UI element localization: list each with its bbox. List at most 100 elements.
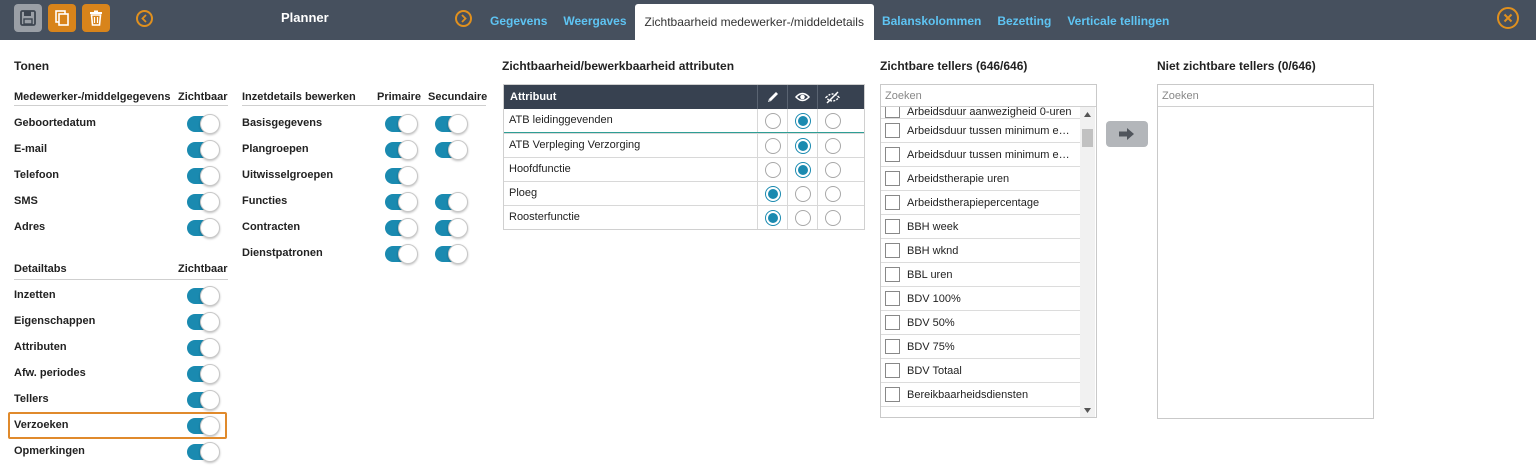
visibility-toggle[interactable]: [187, 166, 220, 186]
tonen-title: Tonen: [14, 59, 50, 73]
radio-visible[interactable]: [794, 112, 811, 129]
detailtab-toggle[interactable]: [187, 442, 220, 462]
tab-verticale-tellingen[interactable]: Verticale tellingen: [1059, 0, 1177, 40]
radio-hidden[interactable]: [824, 137, 841, 154]
tab-weergaves[interactable]: Weergaves: [555, 0, 634, 40]
counter-checkbox[interactable]: [885, 171, 900, 186]
counter-checkbox[interactable]: [885, 195, 900, 210]
radio-editable[interactable]: [764, 137, 781, 154]
counter-checkbox[interactable]: [885, 147, 900, 162]
toggle-knob: [200, 192, 220, 212]
radio-hidden[interactable]: [824, 209, 841, 226]
previous-button[interactable]: [136, 10, 153, 27]
list-item[interactable]: Arbeidstherapie uren: [881, 167, 1081, 191]
counter-checkbox[interactable]: [885, 363, 900, 378]
list-item[interactable]: Bereikbaarheidsdiensten: [881, 383, 1081, 407]
inzet-header: Inzetdetails bewerken: [242, 91, 356, 103]
list-item[interactable]: BDV Totaal: [881, 359, 1081, 383]
radio-hidden[interactable]: [824, 112, 841, 129]
radio-editable[interactable]: [764, 209, 781, 226]
list-item[interactable]: BBL uren: [881, 263, 1081, 287]
radio-hidden[interactable]: [824, 185, 841, 202]
save-button[interactable]: [14, 4, 42, 32]
primary-toggle[interactable]: [385, 244, 418, 264]
list-item[interactable]: Arbeidsduur tussen minimum en maximum: [881, 143, 1081, 167]
secondary-toggle[interactable]: [435, 244, 468, 264]
toggle-knob: [200, 140, 220, 160]
copy-button[interactable]: [48, 4, 76, 32]
detailtab-toggle[interactable]: [187, 286, 220, 306]
counter-checkbox[interactable]: [885, 219, 900, 234]
radio-visible[interactable]: [794, 185, 811, 202]
counter-checkbox[interactable]: [885, 291, 900, 306]
attribute-option-cell: [817, 134, 847, 157]
visibility-toggle[interactable]: [187, 114, 220, 134]
secondary-toggle[interactable]: [435, 218, 468, 238]
list-item[interactable]: Arbeidstherapiepercentage: [881, 191, 1081, 215]
primary-toggle[interactable]: [385, 166, 418, 186]
counter-label: BBH wknd: [907, 244, 959, 257]
tab-bezetting[interactable]: Bezetting: [989, 0, 1059, 40]
detailtab-toggle[interactable]: [187, 312, 220, 332]
toggle-knob: [200, 114, 220, 134]
counter-checkbox[interactable]: [885, 123, 900, 138]
detailtabs-header: Detailtabs: [14, 263, 67, 275]
delete-button[interactable]: [82, 4, 110, 32]
detailtab-label: Tellers: [14, 393, 49, 405]
secondary-toggle[interactable]: [435, 114, 468, 134]
primary-toggle[interactable]: [385, 114, 418, 134]
secondary-toggle[interactable]: [435, 192, 468, 212]
tab-balanskolommen[interactable]: Balanskolommen: [874, 0, 989, 40]
list-item[interactable]: Arbeidsduur aanwezigheid 0-uren: [881, 107, 1081, 119]
attribute-option-cell: [787, 134, 817, 157]
visibility-toggle[interactable]: [187, 140, 220, 160]
list-item[interactable]: BBH week: [881, 215, 1081, 239]
counter-checkbox[interactable]: [885, 243, 900, 258]
chevron-right-icon: [461, 14, 467, 23]
counter-checkbox[interactable]: [885, 339, 900, 354]
list-item[interactable]: BBH wknd: [881, 239, 1081, 263]
next-button[interactable]: [455, 10, 472, 27]
secondary-toggle[interactable]: [435, 140, 468, 160]
primary-toggle[interactable]: [385, 192, 418, 212]
list-item[interactable]: BDV 100%: [881, 287, 1081, 311]
list-item[interactable]: Arbeidsduur tussen minimum en maximum: [881, 119, 1081, 143]
detailtab-toggle[interactable]: [187, 338, 220, 358]
detailtab-toggle[interactable]: [187, 364, 220, 384]
primary-toggle[interactable]: [385, 218, 418, 238]
counter-checkbox[interactable]: [885, 107, 900, 118]
scrollbar-thumb[interactable]: [1082, 129, 1093, 147]
toggle-knob: [448, 140, 468, 160]
radio-editable[interactable]: [764, 112, 781, 129]
move-to-hidden-button[interactable]: [1106, 121, 1148, 147]
tab-zichtbaarheid[interactable]: Zichtbaarheid medewerker-/middeldetails: [634, 4, 874, 40]
visibility-toggle[interactable]: [187, 218, 220, 238]
tab-gegevens[interactable]: Gegevens: [482, 0, 555, 40]
caret-down-icon: [1084, 407, 1091, 413]
hidden-counters-list: [1157, 84, 1374, 419]
visible-counters-search-input[interactable]: [881, 85, 1096, 107]
detailtab-toggle[interactable]: [187, 390, 220, 410]
list-item[interactable]: BDV 75%: [881, 335, 1081, 359]
list-item[interactable]: BDV 50%: [881, 311, 1081, 335]
radio-visible[interactable]: [794, 161, 811, 178]
close-button[interactable]: [1497, 7, 1519, 29]
scroll-down-button[interactable]: [1080, 403, 1095, 417]
visibility-toggle[interactable]: [187, 192, 220, 212]
primary-toggle[interactable]: [385, 140, 418, 160]
hidden-counters-search-input[interactable]: [1158, 85, 1373, 107]
counter-checkbox[interactable]: [885, 387, 900, 402]
caret-up-icon: [1084, 111, 1091, 117]
radio-hidden[interactable]: [824, 161, 841, 178]
radio-visible[interactable]: [794, 209, 811, 226]
radio-editable[interactable]: [764, 185, 781, 202]
scroll-up-button[interactable]: [1080, 107, 1095, 121]
counter-checkbox[interactable]: [885, 315, 900, 330]
visible-counters-scrollbar[interactable]: [1080, 107, 1095, 417]
radio-editable[interactable]: [764, 161, 781, 178]
radio-visible[interactable]: [794, 137, 811, 154]
toggle-knob: [200, 218, 220, 238]
counter-checkbox[interactable]: [885, 267, 900, 282]
attribute-row: Hoofdfunctie: [504, 157, 864, 181]
setting-label: Geboortedatum: [14, 117, 96, 129]
